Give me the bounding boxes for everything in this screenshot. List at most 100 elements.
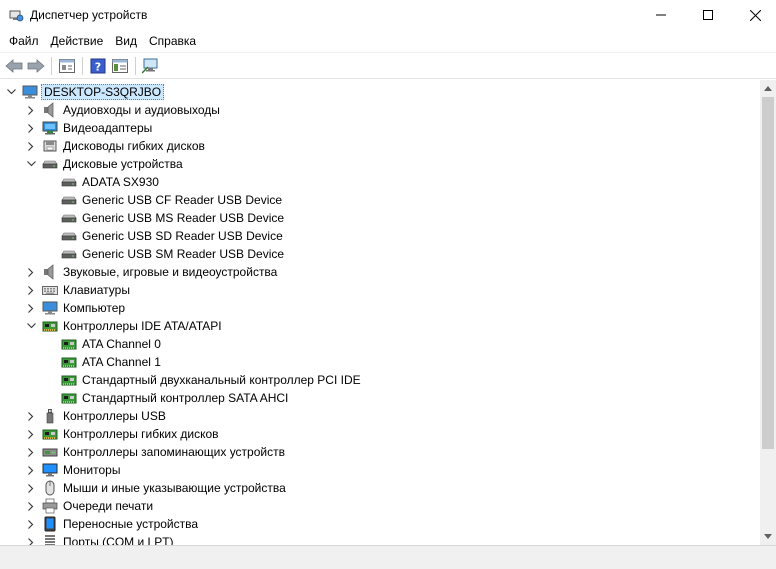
- collapse-chevron-icon[interactable]: [25, 155, 37, 173]
- maximize-icon: [703, 10, 713, 20]
- status-bar: [0, 545, 776, 569]
- scroll-thumb[interactable]: [762, 97, 774, 449]
- tree-item-label: Звуковые, игровые и видеоустройства: [63, 265, 278, 279]
- tree-item-label: Стандартный двухканальный контроллер PCI…: [82, 373, 361, 387]
- tree-device-row[interactable]: ATA Channel 1: [0, 353, 760, 371]
- ide-controller-icon: [42, 426, 58, 442]
- disk-drive-icon: [42, 156, 58, 172]
- tree-item-label: Дисководы гибких дисков: [63, 139, 205, 153]
- tree-item-label: Контроллеры гибких дисков: [63, 427, 219, 441]
- expand-chevron-icon[interactable]: [25, 137, 37, 155]
- scan-hardware-button[interactable]: [140, 55, 162, 77]
- tree-device-row[interactable]: ATA Channel 0: [0, 335, 760, 353]
- expand-chevron-icon[interactable]: [25, 119, 37, 137]
- expand-chevron-icon[interactable]: [25, 425, 37, 443]
- tree-category-row[interactable]: Мониторы: [0, 461, 760, 479]
- tree-category-row[interactable]: Видеоадаптеры: [0, 119, 760, 137]
- forward-icon: [27, 58, 45, 73]
- tree-item-label: Аудиовходы и аудиовыходы: [63, 103, 220, 117]
- minimize-button[interactable]: [638, 0, 684, 30]
- tree-item-label: Контроллеры USB: [63, 409, 166, 423]
- menu-view[interactable]: Вид: [109, 30, 143, 52]
- expand-chevron-icon[interactable]: [25, 281, 37, 299]
- vertical-scrollbar[interactable]: [760, 80, 776, 545]
- toolbar-separator: [135, 56, 136, 75]
- ide-controller-icon: [61, 390, 77, 406]
- device-tree[interactable]: DESKTOP-S3QRJBO Аудиовходы и аудиовыходы…: [0, 80, 760, 545]
- menu-action[interactable]: Действие: [45, 30, 110, 52]
- menu-file[interactable]: Файл: [3, 30, 45, 52]
- tree-item-label: Очереди печати: [63, 499, 154, 513]
- tree-category-row[interactable]: Клавиатуры: [0, 281, 760, 299]
- tree-device-row[interactable]: ADATA SX930: [0, 173, 760, 191]
- tree-category-row[interactable]: Дисковые устройства: [0, 155, 760, 173]
- console-tree-icon: [112, 58, 128, 73]
- disk-drive-icon: [61, 228, 77, 244]
- tree-category-row[interactable]: Звуковые, игровые и видеоустройства: [0, 263, 760, 281]
- tree-item-label: ATA Channel 0: [82, 337, 161, 351]
- scroll-down-button[interactable]: [760, 528, 776, 545]
- ide-controller-icon: [61, 354, 77, 370]
- tree-device-row[interactable]: Generic USB SM Reader USB Device: [0, 245, 760, 263]
- forward-button[interactable]: [25, 55, 47, 77]
- scroll-down-icon: [764, 534, 772, 539]
- tree-device-row[interactable]: Generic USB MS Reader USB Device: [0, 209, 760, 227]
- tree-item-label: Контроллеры IDE ATA/ATAPI: [63, 319, 222, 333]
- tree-category-row[interactable]: Порты (COM и LPT): [0, 533, 760, 545]
- disk-drive-icon: [61, 174, 77, 190]
- tree-item-label: Generic USB SM Reader USB Device: [82, 247, 285, 261]
- floppy-drive-icon: [42, 138, 58, 154]
- usb-icon: [42, 408, 58, 424]
- tree-item-label: Переносные устройства: [63, 517, 199, 531]
- properties-button[interactable]: [56, 55, 78, 77]
- scroll-up-button[interactable]: [760, 80, 776, 97]
- svg-text:?: ?: [95, 60, 101, 73]
- help-button[interactable]: ?: [87, 55, 109, 77]
- collapse-chevron-icon[interactable]: [5, 83, 17, 101]
- expand-chevron-icon[interactable]: [25, 533, 37, 545]
- expand-chevron-icon[interactable]: [25, 515, 37, 533]
- tree-item-label: Generic USB MS Reader USB Device: [82, 211, 285, 225]
- menu-bar: Файл Действие Вид Справка: [0, 30, 776, 52]
- tree-category-row[interactable]: Дисководы гибких дисков: [0, 137, 760, 155]
- tree-category-row[interactable]: Аудиовходы и аудиовыходы: [0, 101, 760, 119]
- tree-category-row[interactable]: Контроллеры запоминающих устройств: [0, 443, 760, 461]
- mouse-icon: [42, 480, 58, 496]
- tree-category-row[interactable]: Контроллеры IDE ATA/ATAPI: [0, 317, 760, 335]
- tree-category-row[interactable]: Контроллеры USB: [0, 407, 760, 425]
- expand-chevron-icon[interactable]: [25, 299, 37, 317]
- ide-controller-icon: [42, 318, 58, 334]
- close-button[interactable]: [732, 0, 776, 30]
- expand-chevron-icon[interactable]: [25, 461, 37, 479]
- collapse-chevron-icon[interactable]: [25, 317, 37, 335]
- console-tree-button[interactable]: [109, 55, 131, 77]
- tree-item-label: Мониторы: [63, 463, 121, 477]
- tree-root-row[interactable]: DESKTOP-S3QRJBO: [0, 83, 760, 101]
- tree-device-row[interactable]: Стандартный контроллер SATA AHCI: [0, 389, 760, 407]
- tree-category-row[interactable]: Переносные устройства: [0, 515, 760, 533]
- expand-chevron-icon[interactable]: [25, 497, 37, 515]
- expand-chevron-icon[interactable]: [25, 479, 37, 497]
- help-icon: ?: [90, 58, 106, 73]
- menu-help[interactable]: Справка: [143, 30, 202, 52]
- tree-device-row[interactable]: Generic USB CF Reader USB Device: [0, 191, 760, 209]
- expand-chevron-icon[interactable]: [25, 443, 37, 461]
- tree-category-row[interactable]: Очереди печати: [0, 497, 760, 515]
- tree-item-label: Generic USB CF Reader USB Device: [82, 193, 283, 207]
- back-button[interactable]: [3, 55, 25, 77]
- tree-category-row[interactable]: Контроллеры гибких дисков: [0, 425, 760, 443]
- tree-item-label: Generic USB SD Reader USB Device: [82, 229, 283, 243]
- disk-drive-icon: [61, 192, 77, 208]
- expand-chevron-icon[interactable]: [25, 407, 37, 425]
- tree-category-row[interactable]: Мыши и иные указывающие устройства: [0, 479, 760, 497]
- speaker-icon: [42, 102, 58, 118]
- maximize-button[interactable]: [685, 0, 731, 30]
- tree-device-row[interactable]: Стандартный двухканальный контроллер PCI…: [0, 371, 760, 389]
- tree-item-label: Порты (COM и LPT): [63, 535, 174, 545]
- tree-category-row[interactable]: Компьютер: [0, 299, 760, 317]
- expand-chevron-icon[interactable]: [25, 101, 37, 119]
- port-icon: [42, 534, 58, 545]
- tree-device-row[interactable]: Generic USB SD Reader USB Device: [0, 227, 760, 245]
- expand-chevron-icon[interactable]: [25, 263, 37, 281]
- scan-hardware-icon: [142, 58, 158, 74]
